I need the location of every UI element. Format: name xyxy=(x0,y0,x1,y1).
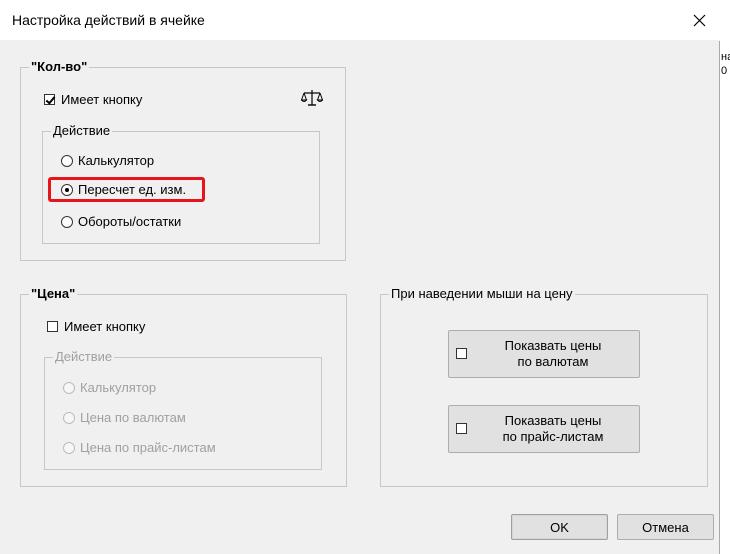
hover-group-legend: При наведении мыши на цену xyxy=(389,286,575,302)
ok-button[interactable]: OK xyxy=(511,514,608,540)
show-prices-by-pricelist-label: Показвать цены по прайс-листам xyxy=(471,413,635,445)
cancel-button[interactable]: Отмена xyxy=(617,514,714,540)
price-option-currency[interactable]: Цена по валютам xyxy=(63,410,186,425)
show-prices-by-pricelist-line1: Показвать цены xyxy=(504,413,602,428)
qty-option-calculator-radio[interactable] xyxy=(61,154,73,167)
price-option-pricelist-radio[interactable] xyxy=(63,441,75,454)
close-button[interactable] xyxy=(686,8,712,32)
close-icon xyxy=(693,14,705,26)
background-window-fragment: на 0 xyxy=(721,51,730,77)
show-prices-by-pricelist-checkbox[interactable] xyxy=(456,423,467,434)
show-prices-by-currency-line2: по валютам xyxy=(517,354,589,369)
price-action-legend: Действие xyxy=(53,349,115,365)
qty-option-turnover[interactable]: Обороты/остатки xyxy=(61,214,181,229)
price-option-calculator-label: Калькулятор xyxy=(80,380,157,395)
price-option-calculator[interactable]: Калькулятор xyxy=(63,380,156,395)
scales-icon[interactable] xyxy=(301,89,323,107)
dialog-title: Настройка действий в ячейке xyxy=(12,12,205,28)
price-option-pricelist[interactable]: Цена по прайс-листам xyxy=(63,440,216,455)
hover-group: При наведении мыши на цену xyxy=(380,286,708,487)
show-prices-by-currency-checkbox[interactable] xyxy=(456,348,467,359)
qty-option-calculator-label: Калькулятор xyxy=(78,153,155,168)
qty-has-button-checkbox-box[interactable] xyxy=(44,94,55,105)
qty-option-turnover-label: Обороты/остатки xyxy=(78,214,182,229)
show-prices-by-currency-label: Показвать цены по валютам xyxy=(471,338,635,370)
title-bar: Настройка действий в ячейке xyxy=(0,0,720,41)
price-has-button-label: Имеет кнопку xyxy=(64,319,146,334)
price-group-legend: "Цена" xyxy=(29,286,78,302)
action-settings-dialog: Настройка действий в ячейке "Кол-во" Име… xyxy=(0,0,720,554)
price-option-currency-radio[interactable] xyxy=(63,411,75,424)
price-option-currency-label: Цена по валютам xyxy=(80,410,186,425)
qty-option-turnover-radio[interactable] xyxy=(61,215,73,228)
price-option-calculator-radio[interactable] xyxy=(63,381,75,394)
show-prices-by-currency-line1: Показвать цены xyxy=(504,338,602,353)
show-prices-by-pricelist-line2: по прайс-листам xyxy=(502,429,604,444)
qty-option-calculator[interactable]: Калькулятор xyxy=(61,153,154,168)
qty-has-button-checkbox[interactable]: Имеет кнопку xyxy=(44,92,142,107)
price-option-pricelist-label: Цена по прайс-листам xyxy=(80,440,216,455)
price-has-button-checkbox[interactable]: Имеет кнопку xyxy=(47,319,145,334)
price-has-button-checkbox-box[interactable] xyxy=(47,321,58,332)
show-prices-by-pricelist-toggle[interactable]: Показвать цены по прайс-листам xyxy=(448,405,640,453)
selection-highlight xyxy=(48,177,205,202)
qty-group-legend: "Кол-во" xyxy=(29,59,90,75)
qty-action-legend: Действие xyxy=(51,123,113,139)
show-prices-by-currency-toggle[interactable]: Показвать цены по валютам xyxy=(448,330,640,378)
qty-has-button-label: Имеет кнопку xyxy=(61,92,143,107)
